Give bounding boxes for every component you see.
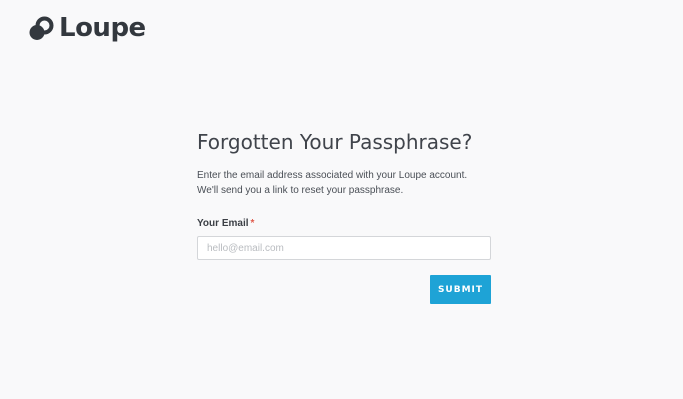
email-label: Your Email * bbox=[197, 217, 491, 230]
loupe-logo-icon bbox=[29, 16, 54, 40]
description-line-1: Enter the email address associated with … bbox=[197, 170, 468, 181]
brand-name: Loupe bbox=[59, 13, 146, 43]
email-label-text: Your Email bbox=[197, 218, 249, 229]
form-description: Enter the email address associated with … bbox=[197, 168, 491, 198]
reset-form: Forgotten Your Passphrase? Enter the ema… bbox=[197, 128, 491, 260]
description-line-2: We'll send you a link to reset your pass… bbox=[197, 185, 404, 196]
email-field[interactable] bbox=[197, 236, 491, 260]
brand-logo[interactable]: Loupe bbox=[29, 14, 146, 42]
page-title: Forgotten Your Passphrase? bbox=[197, 130, 473, 154]
required-marker: * bbox=[250, 218, 255, 229]
submit-button[interactable]: SUBMIT bbox=[430, 275, 491, 304]
